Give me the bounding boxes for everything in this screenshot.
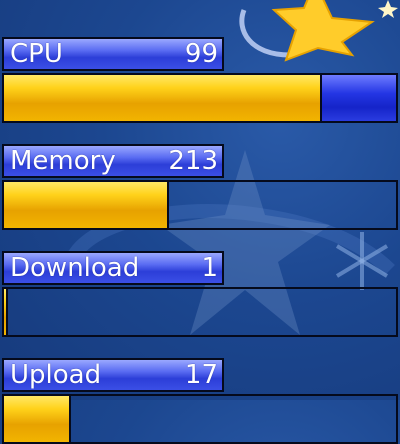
meter-cpu-track xyxy=(2,73,398,123)
meter-download-value: 1 xyxy=(201,253,218,283)
meter-upload-label: Upload xyxy=(10,360,102,390)
meter-memory-label-bar: Memory 213 xyxy=(2,144,224,178)
small-star-icon xyxy=(378,0,398,18)
meter-cpu-label-bar: CPU 99 xyxy=(2,37,224,71)
meter-memory-fill xyxy=(4,182,169,228)
meter-memory-track xyxy=(2,180,398,230)
meter-cpu-value: 99 xyxy=(184,39,218,69)
meter-upload-label-bar: Upload 17 xyxy=(2,358,224,392)
ring-decoration xyxy=(239,9,291,58)
meter-cpu-fill xyxy=(4,75,322,121)
meter-upload-value: 17 xyxy=(184,360,218,390)
meter-memory-value: 213 xyxy=(168,146,218,176)
meter-download-fill xyxy=(4,289,8,335)
meter-upload-fill xyxy=(4,396,71,442)
star-icon xyxy=(271,0,375,62)
meter-download-label-bar: Download 1 xyxy=(2,251,224,285)
meter-memory-label: Memory xyxy=(10,146,116,176)
meter-cpu-label: CPU xyxy=(10,39,63,69)
meter-download-label: Download xyxy=(10,253,140,283)
snowflake-icon xyxy=(335,232,389,290)
meter-upload-track xyxy=(2,394,398,444)
meter-download-track xyxy=(2,287,398,337)
